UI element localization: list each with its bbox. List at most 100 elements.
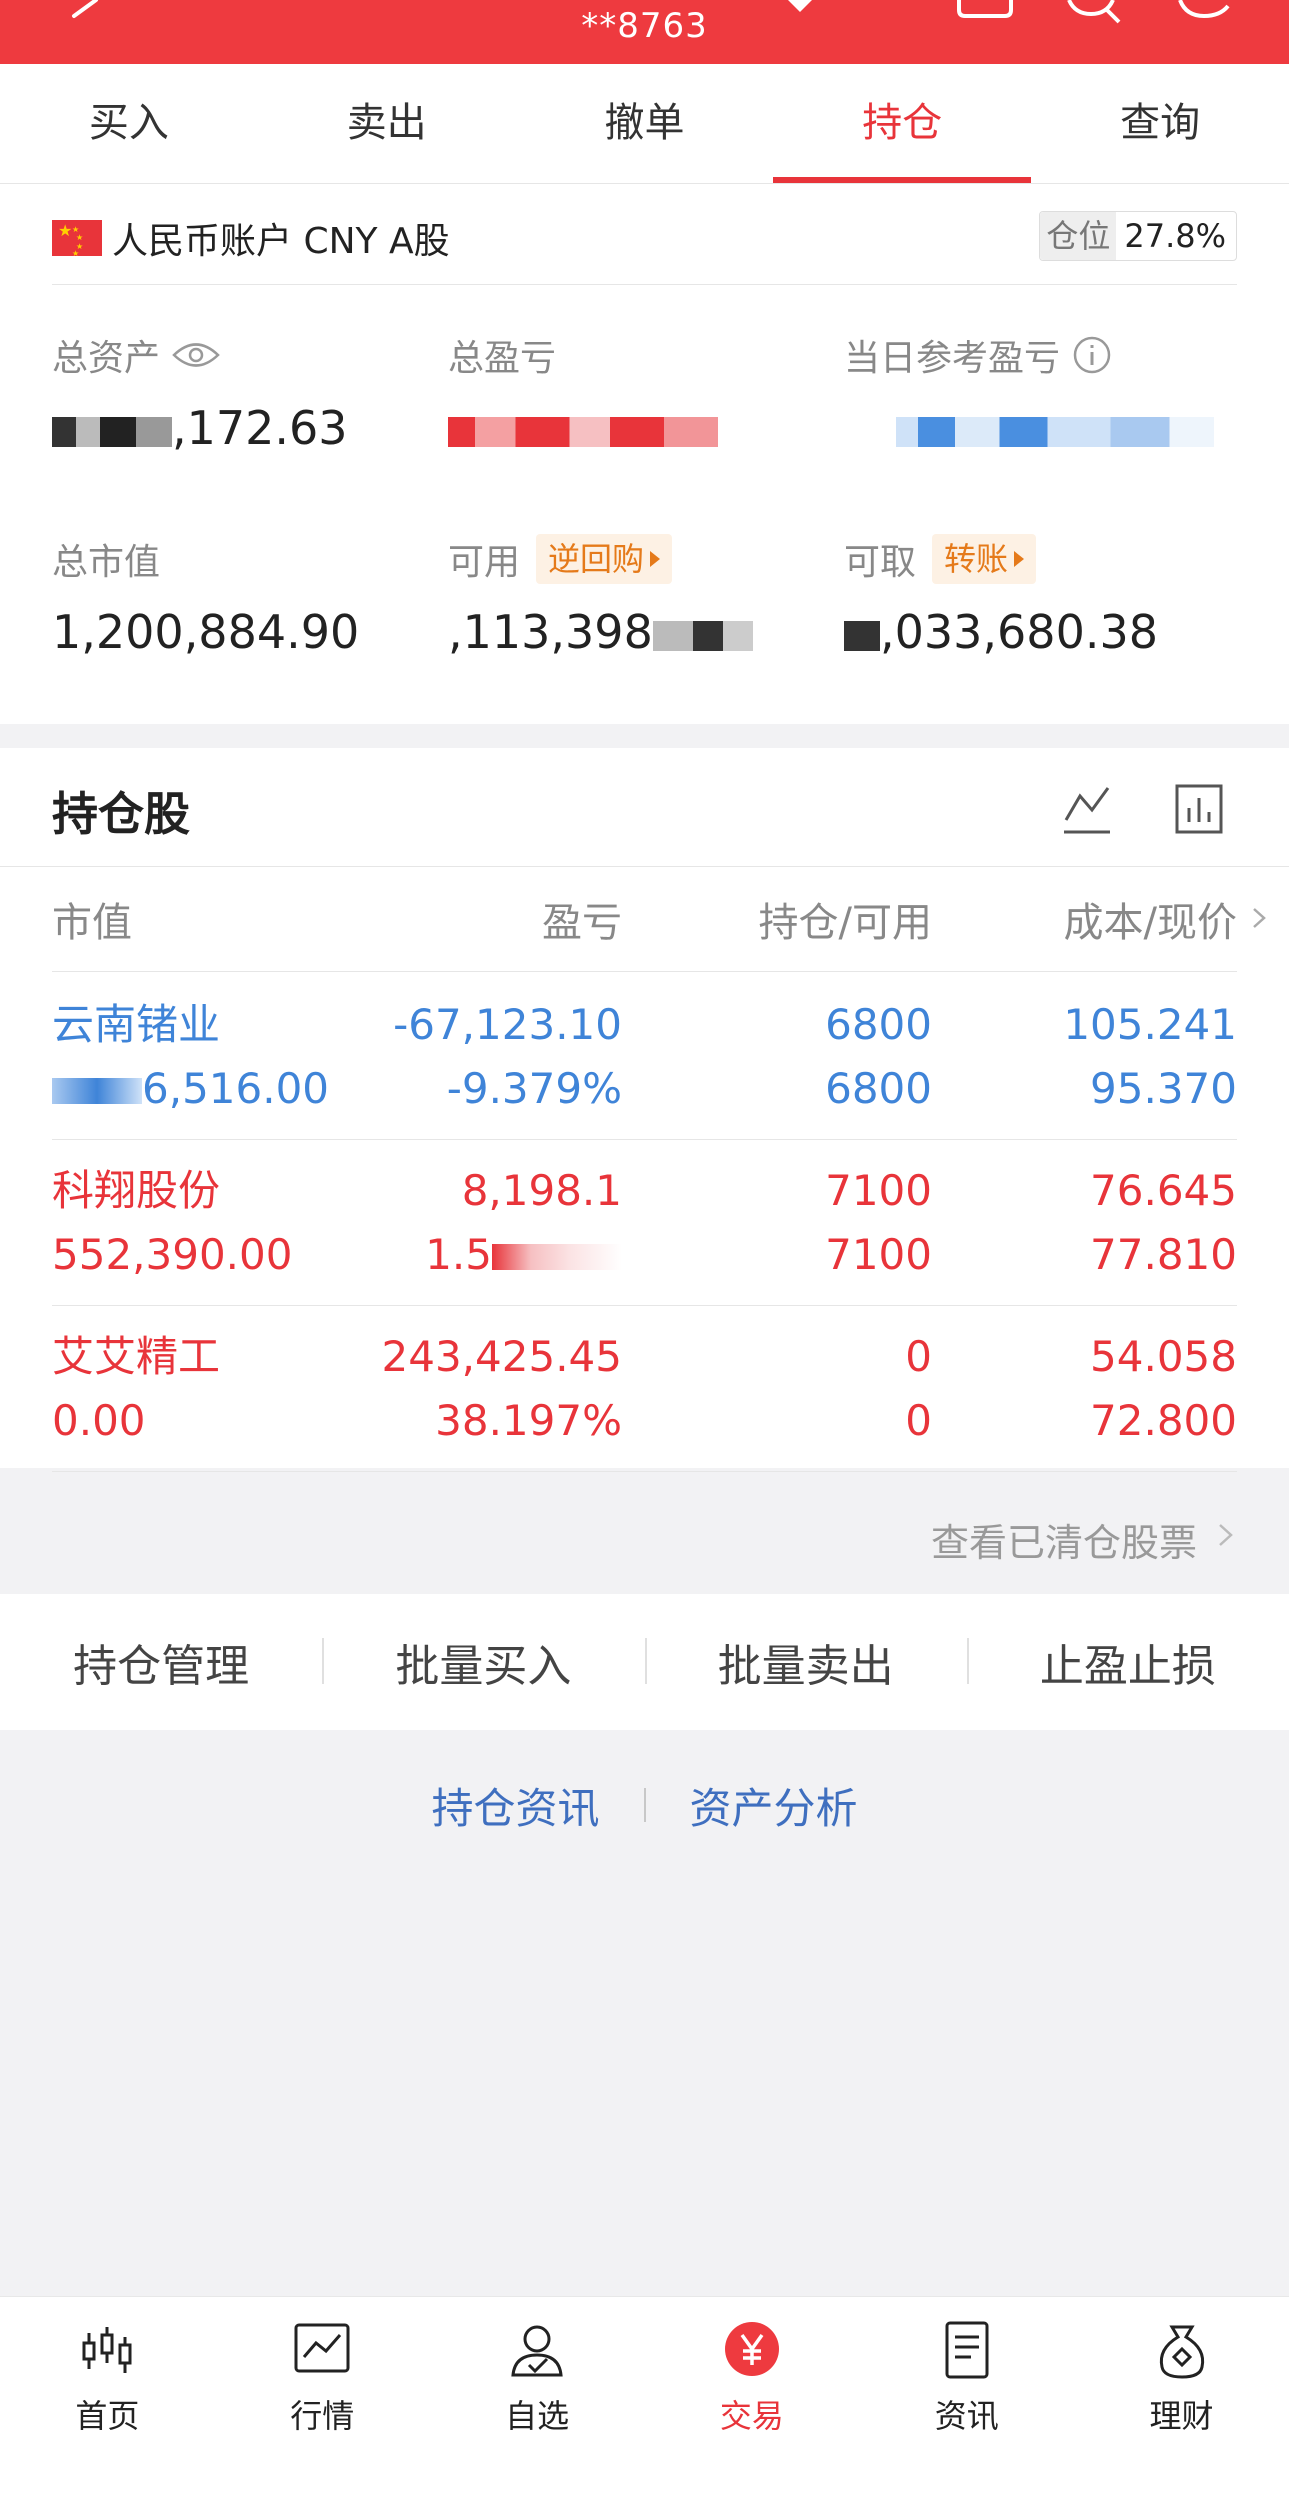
eye-icon[interactable] (172, 340, 220, 370)
stock-position: 7100 (825, 1165, 932, 1215)
manage-positions-button[interactable]: 持仓管理 (0, 1630, 322, 1694)
col-position[interactable]: 持仓/可用 (622, 890, 932, 948)
nav-watchlist[interactable]: 自选 (430, 2297, 645, 2504)
tab-sell[interactable]: 卖出 (258, 64, 516, 183)
market-value-label: 总市值 (52, 542, 161, 583)
holdings-section: 持仓股 市值 盈亏 持仓/可用 成本/现价 云南锗业 6,516.00 -67,… (0, 748, 1289, 1472)
china-flag-icon: ★ ★ ★ ★ ★ (52, 220, 102, 258)
masked-digits (52, 1078, 142, 1104)
trade-tabs: 买入 卖出 撤单 持仓 查询 (0, 64, 1289, 184)
refresh-icon[interactable] (1176, 0, 1236, 30)
chevron-right-icon[interactable] (1251, 906, 1267, 930)
stock-name: 科翔股份 (52, 1165, 221, 1215)
asset-analysis-link[interactable]: 资产分析 (690, 1775, 858, 1836)
stock-pnl-pct: 38.197% (435, 1395, 622, 1445)
transfer-button[interactable]: 转账 (932, 534, 1037, 584)
daily-pnl: 当日参考盈亏 (844, 330, 1224, 458)
divider (52, 284, 1237, 285)
chevron-down-icon[interactable] (786, 0, 814, 16)
stock-name: 云南锗业 (52, 999, 221, 1049)
reverse-repo-button[interactable]: 逆回购 (536, 534, 673, 584)
batch-buy-button[interactable]: 批量买入 (322, 1630, 644, 1694)
available-funds: 可用 逆回购 ,113,398 (448, 534, 828, 662)
tab-positions[interactable]: 持仓 (773, 64, 1031, 183)
daily-pnl-label: 当日参考盈亏 (844, 338, 1061, 379)
table-row[interactable]: 云南锗业 6,516.00 -67,123.10 -9.379% 6800 68… (52, 974, 1237, 1140)
stock-position: 0 (905, 1331, 932, 1381)
market-value: 总市值 1,200,884.90 (52, 534, 432, 662)
bottom-nav: 首页 行情 自选 交易 资讯 理财 (0, 2296, 1289, 2504)
stock-market-value: 0.00 (52, 1395, 146, 1445)
stock-available: 7100 (825, 1229, 932, 1279)
chevron-right-icon[interactable] (1217, 1522, 1235, 1548)
total-assets: 总资产 ,172.63 (52, 330, 432, 458)
info-icon[interactable] (1072, 335, 1112, 375)
position-ratio-badge: 仓位 27.8% (1039, 211, 1237, 261)
total-pnl: 总盈亏 (448, 330, 828, 458)
bar-chart-icon[interactable] (1174, 782, 1224, 836)
account-summary: ★ ★ ★ ★ ★ 人民币账户 CNY A股 仓位 27.8% 总资产 ,172.63 … (0, 184, 1289, 724)
line-chart-icon[interactable] (1062, 782, 1112, 836)
info-links: 持仓资讯 资产分析 (0, 1770, 1289, 1840)
nav-trade[interactable]: 交易 (644, 2297, 859, 2504)
daily-pnl-value (844, 398, 1224, 458)
table-row[interactable]: 科翔股份 552,390.00 8,198.1 1.5 7100 7100 76… (52, 1140, 1237, 1306)
nav-market[interactable]: 行情 (215, 2297, 430, 2504)
chart-icon (294, 2323, 350, 2373)
money-bag-icon (1159, 2325, 1204, 2379)
masked-digits (492, 1244, 622, 1270)
withdrawable-value: ,033,680.38 (844, 602, 1224, 662)
stock-cost: 105.241 (1063, 999, 1237, 1049)
batch-sell-button[interactable]: 批量卖出 (644, 1630, 967, 1694)
nav-label: 资讯 (934, 2397, 999, 2435)
total-assets-value: ,172.63 (52, 398, 432, 458)
withdrawable-label: 可取 (844, 542, 917, 583)
nav-label: 首页 (75, 2397, 140, 2435)
tab-cancel[interactable]: 撤单 (516, 64, 774, 183)
holdings-title: 持仓股 (52, 787, 190, 841)
document-icon (945, 2321, 989, 2379)
table-row[interactable]: 艾艾精工 0.00 243,425.45 38.197% 0 0 54.058 … (52, 1306, 1237, 1472)
available-value: ,113,398 (448, 602, 828, 662)
nav-label: 理财 (1149, 2397, 1214, 2435)
top-bar: **8763 (0, 0, 1289, 64)
search-icon[interactable] (1063, 0, 1123, 30)
nav-label: 交易 (719, 2397, 784, 2435)
total-pnl-value (448, 398, 828, 458)
stock-position: 6800 (825, 999, 932, 1049)
stock-pnl: 8,198.1 (461, 1165, 622, 1215)
account-title: 人民币账户 CNY A股 (112, 221, 450, 262)
market-value-value: 1,200,884.90 (52, 605, 360, 659)
divider (643, 1788, 646, 1822)
position-label: 仓位 (1040, 212, 1117, 260)
stock-price: 77.810 (1090, 1229, 1237, 1279)
tab-buy[interactable]: 买入 (0, 64, 258, 183)
masked-digits (448, 416, 718, 447)
col-market-value[interactable]: 市值 (52, 890, 352, 948)
position-news-link[interactable]: 持仓资讯 (431, 1775, 599, 1836)
user-check-icon (511, 2325, 563, 2377)
masked-digits (52, 416, 172, 447)
stock-pnl-pct: 1.5 (425, 1223, 622, 1287)
available-label: 可用 (448, 542, 521, 583)
share-icon[interactable] (955, 0, 1015, 30)
account-header[interactable]: ★ ★ ★ ★ ★ 人民币账户 CNY A股 (52, 208, 450, 268)
nav-label: 自选 (505, 2397, 570, 2435)
stop-profit-loss-button[interactable]: 止盈止损 (966, 1630, 1289, 1694)
total-assets-label: 总资产 (52, 338, 161, 379)
stock-market-value: 552,390.00 (52, 1229, 293, 1279)
withdrawable-funds: 可取 转账 ,033,680.38 (844, 534, 1224, 662)
nav-wealth[interactable]: 理财 (1074, 2297, 1289, 2504)
nav-news[interactable]: 资讯 (859, 2297, 1074, 2504)
stock-price: 95.370 (1090, 1063, 1237, 1113)
cleared-stocks-link[interactable]: 查看已清仓股票 (931, 1512, 1197, 1567)
stock-cost: 76.645 (1090, 1165, 1237, 1215)
total-pnl-label: 总盈亏 (448, 338, 557, 379)
masked-digits (652, 620, 753, 651)
stock-name: 艾艾精工 (52, 1331, 221, 1381)
col-pnl[interactable]: 盈亏 (352, 890, 622, 948)
tab-query[interactable]: 查询 (1031, 64, 1289, 183)
nav-label: 行情 (290, 2397, 355, 2435)
col-cost-price[interactable]: 成本/现价 (932, 890, 1237, 948)
nav-home[interactable]: 首页 (0, 2297, 215, 2504)
